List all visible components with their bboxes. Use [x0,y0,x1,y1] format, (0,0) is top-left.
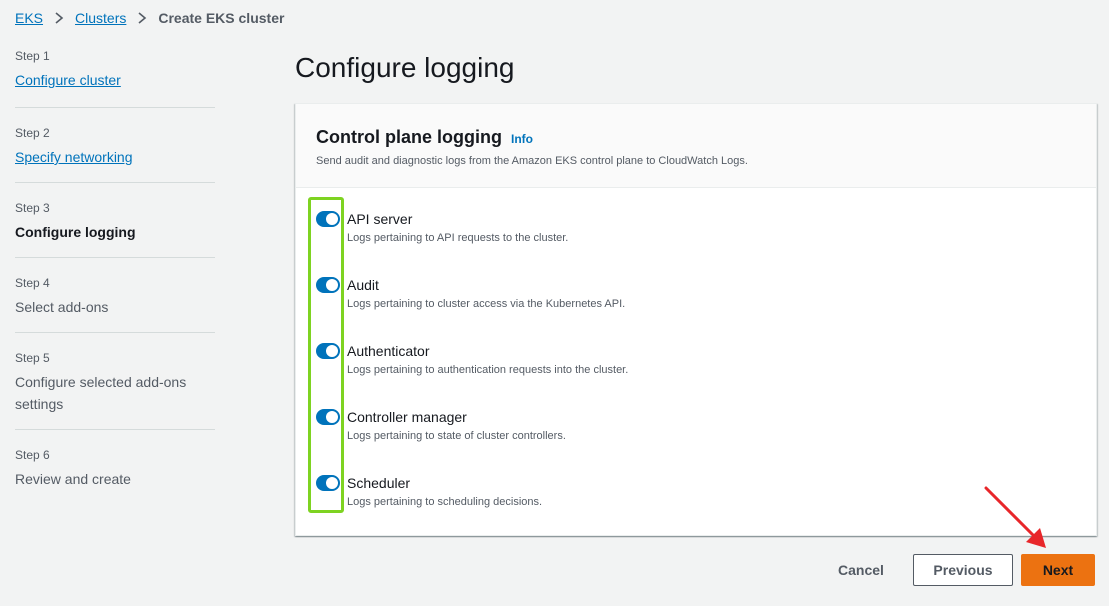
control-plane-logging-panel: Control plane logging Info Send audit an… [295,103,1097,536]
toggle-description: Logs pertaining to API requests to the c… [347,232,569,244]
toggle-label: Controller manager [347,409,467,425]
toggle-item-api-server: API server Logs pertaining to API reques… [316,210,568,245]
toggle-item-audit: Audit Logs pertaining to cluster access … [316,276,625,311]
chevron-right-icon [137,12,147,24]
toggle-label: Scheduler [347,475,411,491]
page-title: Configure logging [295,52,515,83]
toggle-label: Audit [347,277,379,293]
toggle-description: Logs pertaining to cluster access via th… [347,298,626,310]
panel-title: Control plane logging Info [316,126,1076,150]
arrow-annotation-icon [984,486,1046,548]
step-number: Step 3 [15,201,50,215]
panel-title-text: Control plane logging [316,127,502,147]
highlight-annotation-box [308,197,344,513]
step-number: Step 4 [15,276,50,290]
wizard-steps: Step 1 Configure cluster Step 2 Specify … [15,48,215,500]
breadcrumb-clusters-link[interactable]: Clusters [75,10,126,26]
panel-header: Control plane logging Info Send audit an… [296,104,1096,188]
step-select-add-ons: Select add-ons [15,299,109,315]
step-review-and-create: Review and create [15,471,131,487]
toggle-description: Logs pertaining to scheduling decisions. [347,496,543,508]
breadcrumb-current: Create EKS cluster [158,10,285,26]
toggle-label: API server [347,211,413,227]
step-2: Step 2 Specify networking [15,108,215,183]
step-number: Step 6 [15,448,50,462]
toggle-description: Logs pertaining to state of cluster cont… [347,430,566,442]
breadcrumb-eks-link[interactable]: EKS [15,10,43,26]
step-number: Step 1 [15,49,50,63]
step-link-configure-cluster[interactable]: Configure cluster [15,69,215,91]
next-button[interactable]: Next [1021,554,1095,586]
step-link-specify-networking[interactable]: Specify networking [15,146,215,168]
step-3: Step 3 Configure logging [15,183,215,258]
previous-button[interactable]: Previous [913,554,1013,586]
step-4: Step 4 Select add-ons [15,258,215,333]
step-current-configure-logging: Configure logging [15,224,136,240]
chevron-right-icon [54,12,64,24]
cancel-button[interactable]: Cancel [828,554,894,586]
toggle-description: Logs pertaining to authentication reques… [347,364,629,376]
toggle-item-scheduler: Scheduler Logs pertaining to scheduling … [316,474,542,509]
step-number: Step 2 [15,126,50,140]
step-5: Step 5 Configure selected add-ons settin… [15,333,215,430]
step-1: Step 1 Configure cluster [15,48,215,108]
step-number: Step 5 [15,351,50,365]
toggle-item-controller-manager: Controller manager Logs pertaining to st… [316,408,566,443]
toggle-label: Authenticator [347,343,430,359]
panel-description: Send audit and diagnostic logs from the … [316,155,748,167]
info-link[interactable]: Info [511,128,533,150]
toggle-item-authenticator: Authenticator Logs pertaining to authent… [316,342,628,377]
step-configure-selected-add-ons: Configure selected add-ons settings [15,374,187,412]
step-6: Step 6 Review and create [15,430,215,500]
breadcrumb: EKS Clusters Create EKS cluster [15,9,284,27]
